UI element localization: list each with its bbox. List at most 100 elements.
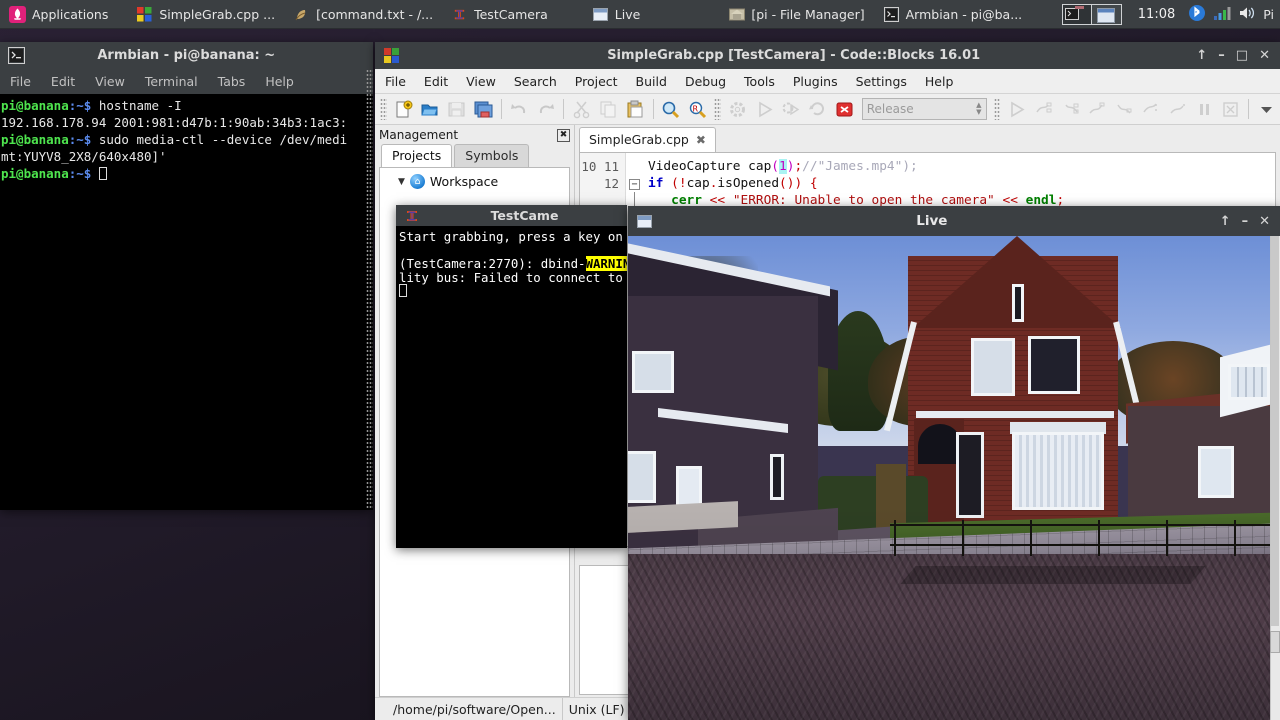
taskbar-clock[interactable]: 11:08 xyxy=(1132,7,1181,22)
toolbar-grip[interactable] xyxy=(380,98,387,120)
network-signal-icon[interactable] xyxy=(1213,5,1231,24)
terminal-menu-terminal[interactable]: Terminal xyxy=(145,74,198,89)
terminal-menu-edit[interactable]: Edit xyxy=(51,74,75,89)
debug-run-to-cursor-icon[interactable] xyxy=(1030,96,1057,122)
taskbar[interactable]: Applications SimpleGrab.cpp ... [command… xyxy=(0,0,1280,29)
toolbar-grip[interactable] xyxy=(714,98,721,120)
toolbar-grip[interactable] xyxy=(993,98,1001,120)
workspace-pager[interactable] xyxy=(1061,3,1122,25)
bluetooth-icon[interactable] xyxy=(1188,4,1206,25)
menu-search[interactable]: Search xyxy=(514,74,557,89)
menu-file[interactable]: File xyxy=(385,74,406,89)
close-button[interactable]: ✕ xyxy=(1259,49,1270,62)
close-button[interactable]: ✕ xyxy=(1259,215,1270,228)
save-all-icon[interactable] xyxy=(470,96,497,122)
live-scrollbar-vertical[interactable] xyxy=(1270,236,1280,720)
taskbar-window-armbian-terminal[interactable]: Armbian - pi@ba... xyxy=(874,0,1032,29)
terminal-menubar[interactable]: File Edit View Terminal Tabs Help xyxy=(0,69,373,94)
terminal-menu-help[interactable]: Help xyxy=(265,74,294,89)
testcamera-output[interactable]: Start grabbing, press a key on Live wi (… xyxy=(396,226,627,548)
management-tabs[interactable]: Projects Symbols xyxy=(375,144,574,167)
tree-item-workspace[interactable]: ▼ ⌂ Workspace xyxy=(384,174,565,189)
debug-step-out-icon[interactable] xyxy=(1110,96,1137,122)
menu-edit[interactable]: Edit xyxy=(424,74,448,89)
live-camera-preview[interactable] xyxy=(628,236,1280,720)
debug-more-icon[interactable] xyxy=(1253,96,1280,122)
copy-icon[interactable] xyxy=(595,96,622,122)
save-icon[interactable] xyxy=(443,96,470,122)
build-target-combo[interactable]: Release ▲ ▼ xyxy=(861,98,987,120)
shade-button[interactable]: ↑ xyxy=(1220,215,1231,228)
taskbar-window-live[interactable]: Live xyxy=(583,0,650,29)
terminal-titlebar[interactable]: Armbian - pi@banana: ~ _ xyxy=(0,42,373,69)
replace-icon[interactable]: R xyxy=(684,96,711,122)
close-icon[interactable]: ✖ xyxy=(696,133,706,147)
applications-menu-button[interactable]: Applications xyxy=(0,0,117,29)
volume-icon[interactable] xyxy=(1238,5,1256,24)
minimize-button[interactable]: – xyxy=(1242,215,1249,228)
debug-next-line-icon[interactable] xyxy=(1057,96,1084,122)
debug-step-into-icon[interactable] xyxy=(1084,96,1111,122)
live-scroll-marker[interactable] xyxy=(1270,631,1280,653)
run-icon[interactable] xyxy=(751,96,778,122)
abort-icon[interactable] xyxy=(831,96,858,122)
terminal-menu-tabs[interactable]: Tabs xyxy=(218,74,246,89)
tab-projects[interactable]: Projects xyxy=(381,144,453,167)
menu-plugins[interactable]: Plugins xyxy=(793,74,838,89)
editor-tab-simplegrab[interactable]: SimpleGrab.cpp ✖ xyxy=(579,127,716,152)
live-window-buttons[interactable]: ↑ – ✕ xyxy=(1210,215,1280,228)
workspace-2[interactable] xyxy=(1091,3,1122,25)
codeblocks-menubar[interactable]: File Edit View Search Project Build Debu… xyxy=(375,69,1280,94)
cut-icon[interactable] xyxy=(568,96,595,122)
find-icon[interactable] xyxy=(658,96,685,122)
shade-button[interactable]: ↑ xyxy=(1196,49,1207,62)
build-icon[interactable] xyxy=(724,96,751,122)
menu-view[interactable]: View xyxy=(466,74,496,89)
menu-project[interactable]: Project xyxy=(575,74,618,89)
terminal-window[interactable]: Armbian - pi@banana: ~ _ File Edit View … xyxy=(0,42,373,510)
workspace-1[interactable] xyxy=(1061,3,1092,25)
menu-build[interactable]: Build xyxy=(636,74,667,89)
editor-tabbar[interactable]: SimpleGrab.cpp ✖ xyxy=(575,125,1280,152)
menu-debug[interactable]: Debug xyxy=(685,74,726,89)
terminal-scrollbar[interactable] xyxy=(366,69,373,510)
paste-icon[interactable] xyxy=(622,96,649,122)
menu-help[interactable]: Help xyxy=(925,74,954,89)
taskbar-window-command-txt[interactable]: [command.txt - /... xyxy=(284,0,442,29)
taskbar-window-simplegrab[interactable]: SimpleGrab.cpp ... xyxy=(127,0,284,29)
debug-break-icon[interactable] xyxy=(1191,96,1218,122)
fold-toggle-icon[interactable]: − xyxy=(629,179,640,190)
live-preview-window[interactable]: Live ↑ – ✕ xyxy=(628,206,1280,720)
terminal-menu-file[interactable]: File xyxy=(10,74,31,89)
maximize-button[interactable]: □ xyxy=(1236,49,1248,62)
menu-tools[interactable]: Tools xyxy=(744,74,775,89)
codeblocks-toolbar[interactable]: R Release ▲ ▼ xyxy=(375,94,1280,125)
menu-settings[interactable]: Settings xyxy=(856,74,907,89)
terminal-output[interactable]: pi@banana:~$ hostname -I 192.168.178.94 … xyxy=(0,94,373,510)
open-file-icon[interactable] xyxy=(416,96,443,122)
testcamera-console-window[interactable]: TestCame Start grabbing, press a key on … xyxy=(396,205,627,548)
debug-continue-icon[interactable] xyxy=(1003,96,1030,122)
minimize-button[interactable]: – xyxy=(1218,49,1225,62)
system-tray[interactable]: 11:08 Pi xyxy=(1132,0,1280,29)
build-target-spinner-icon[interactable]: ▲ ▼ xyxy=(976,102,981,116)
codeblocks-titlebar[interactable]: SimpleGrab.cpp [TestCamera] - Code::Bloc… xyxy=(375,42,1280,69)
rebuild-icon[interactable] xyxy=(804,96,831,122)
new-file-icon[interactable] xyxy=(390,96,417,122)
taskbar-window-file-manager[interactable]: [pi - File Manager] xyxy=(719,0,873,29)
debug-stop-icon[interactable] xyxy=(1217,96,1244,122)
terminal-menu-view[interactable]: View xyxy=(95,74,125,89)
debug-next-instruction-icon[interactable] xyxy=(1137,96,1164,122)
chevron-down-icon[interactable]: ▼ xyxy=(398,177,405,187)
codeblocks-window-buttons[interactable]: ↑ – □ ✕ xyxy=(1186,49,1280,62)
tab-symbols[interactable]: Symbols xyxy=(454,144,530,167)
debug-step-instruction-icon[interactable] xyxy=(1164,96,1191,122)
live-scrollbar-thumb[interactable] xyxy=(1271,236,1279,626)
live-titlebar[interactable]: Live ↑ – ✕ xyxy=(628,206,1280,236)
redo-icon[interactable] xyxy=(533,96,560,122)
build-and-run-icon[interactable] xyxy=(777,96,804,122)
undo-icon[interactable] xyxy=(506,96,533,122)
taskbar-window-testcamera[interactable]: TestCamera xyxy=(442,0,557,29)
close-icon[interactable]: ✖ xyxy=(557,128,570,142)
testcamera-titlebar[interactable]: TestCame xyxy=(396,205,627,226)
